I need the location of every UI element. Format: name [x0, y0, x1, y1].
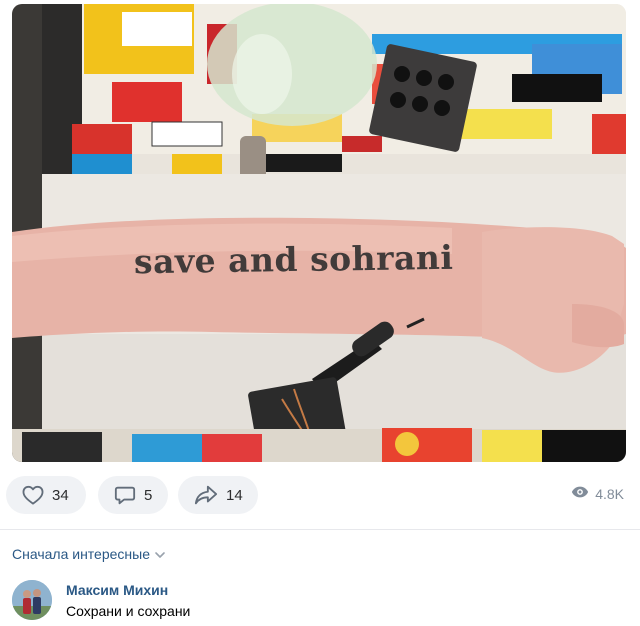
like-button[interactable]: 34 [6, 476, 86, 514]
like-count: 34 [52, 486, 69, 504]
share-icon [194, 484, 218, 506]
chevron-down-icon [150, 546, 166, 562]
share-button[interactable]: 14 [178, 476, 258, 514]
comment-text: Сохрани и сохрани [66, 603, 191, 619]
divider [0, 529, 640, 530]
photo-illustration [12, 4, 626, 462]
tattoo-text: save and sohrani [133, 237, 454, 282]
comment-button[interactable]: 5 [98, 476, 168, 514]
comment-item: Максим Михин Сохрани и сохрани [12, 578, 612, 622]
post-photo[interactable]: save and sohrani [12, 4, 626, 462]
avatar[interactable] [12, 580, 52, 620]
views-count: 4.8K [595, 485, 624, 502]
comment-count: 5 [144, 486, 153, 504]
share-count: 14 [226, 486, 243, 504]
post-actions: 34 5 14 4.8K [0, 476, 640, 516]
sort-label: Сначала интересные [12, 546, 150, 562]
comment-author[interactable]: Максим Михин [66, 582, 168, 598]
comment-icon [114, 484, 136, 506]
eye-icon [571, 485, 589, 502]
comments-sort-dropdown[interactable]: Сначала интересные [12, 546, 166, 562]
views-counter: 4.8K [571, 485, 624, 502]
heart-icon [22, 485, 44, 505]
